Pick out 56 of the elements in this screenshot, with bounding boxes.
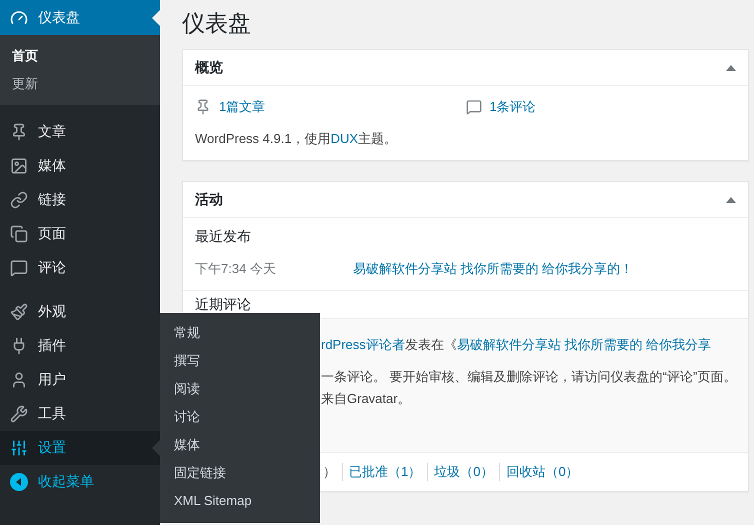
submenu-item[interactable]: 阅读	[160, 375, 320, 403]
gauge-icon	[10, 8, 28, 26]
submenu-item[interactable]: 撰写	[160, 347, 320, 375]
collapse-menu-button[interactable]: 收起菜单	[0, 465, 160, 499]
submenu-item[interactable]: 媒体	[160, 431, 320, 459]
link-icon	[10, 191, 28, 209]
user-icon	[10, 371, 28, 389]
submenu-item[interactable]: 首页	[0, 42, 160, 70]
menu-item[interactable]: 媒体	[0, 149, 160, 183]
sliders-icon	[10, 439, 28, 457]
menu-item[interactable]: 工具	[0, 397, 160, 431]
comment-text: 一条评论。 要开始审核、编辑及删除评论，请访问仪表盘的“评论”页面。	[321, 368, 738, 386]
paintbrush-icon	[10, 303, 28, 321]
section-heading: 近期评论	[195, 296, 252, 314]
pages-icon	[10, 225, 28, 243]
panel-title: 概览	[195, 58, 223, 76]
theme-link[interactable]: DUX	[330, 131, 358, 146]
filter-link[interactable]: ）	[317, 463, 342, 481]
comment-icon	[466, 99, 482, 115]
stat-link[interactable]: 1篇文章	[195, 96, 466, 118]
submenu-item[interactable]: 常规	[160, 319, 320, 347]
media-icon	[10, 157, 28, 175]
version-text: WordPress 4.9.1，使用DUX主题。	[195, 130, 398, 148]
post-link[interactable]: 易破解软件分享站 找你所需要的 给你我分享	[456, 337, 712, 352]
menu-item[interactable]: 插件	[0, 329, 160, 363]
menu-item[interactable]: 设置	[0, 431, 160, 465]
section-heading: 最近发布	[195, 228, 252, 246]
collapse-arrow-icon[interactable]	[726, 64, 736, 70]
submenu-item[interactable]: XML Sitemap	[160, 487, 320, 515]
comment-text: 来自Gravatar。	[321, 390, 412, 408]
submenu-item[interactable]: 更新	[0, 70, 160, 98]
collapse-icon	[10, 473, 28, 491]
menu-item[interactable]: 用户	[0, 363, 160, 397]
post-time: 下午7:34 今天	[195, 260, 277, 278]
post-link[interactable]: 易破解软件分享站 找你所需要的 给你我分享的！	[353, 260, 634, 278]
menu-item[interactable]: 链接	[0, 183, 160, 217]
menu-item[interactable]: 页面	[0, 217, 160, 251]
filter-link[interactable]: 已批准（1）	[342, 463, 428, 481]
menu-item[interactable]: 文章	[0, 115, 160, 149]
filter-link[interactable]: 回收站（0）	[499, 463, 585, 481]
comment-icon	[10, 259, 28, 277]
collapse-arrow-icon[interactable]	[726, 196, 736, 202]
menu-item[interactable]: 评论	[0, 251, 160, 285]
comment-meta: rdPress评论者发表在《易破解软件分享站 找你所需要的 给你我分享	[321, 336, 712, 354]
stat-link[interactable]: 1条评论	[466, 96, 736, 118]
menu-item[interactable]: 仪表盘	[0, 0, 160, 35]
filter-link[interactable]: 垃圾（0）	[427, 463, 500, 481]
pin-icon	[10, 123, 28, 141]
pin-icon	[195, 99, 211, 115]
page-title: 仪表盘	[182, 9, 252, 37]
submenu-item[interactable]: 固定链接	[160, 459, 320, 487]
wrench-icon	[10, 405, 28, 423]
panel-title: 活动	[195, 190, 223, 208]
author-link[interactable]: rdPress评论者	[321, 337, 405, 352]
menu-item[interactable]: 外观	[0, 295, 160, 329]
submenu-item[interactable]: 讨论	[160, 403, 320, 431]
